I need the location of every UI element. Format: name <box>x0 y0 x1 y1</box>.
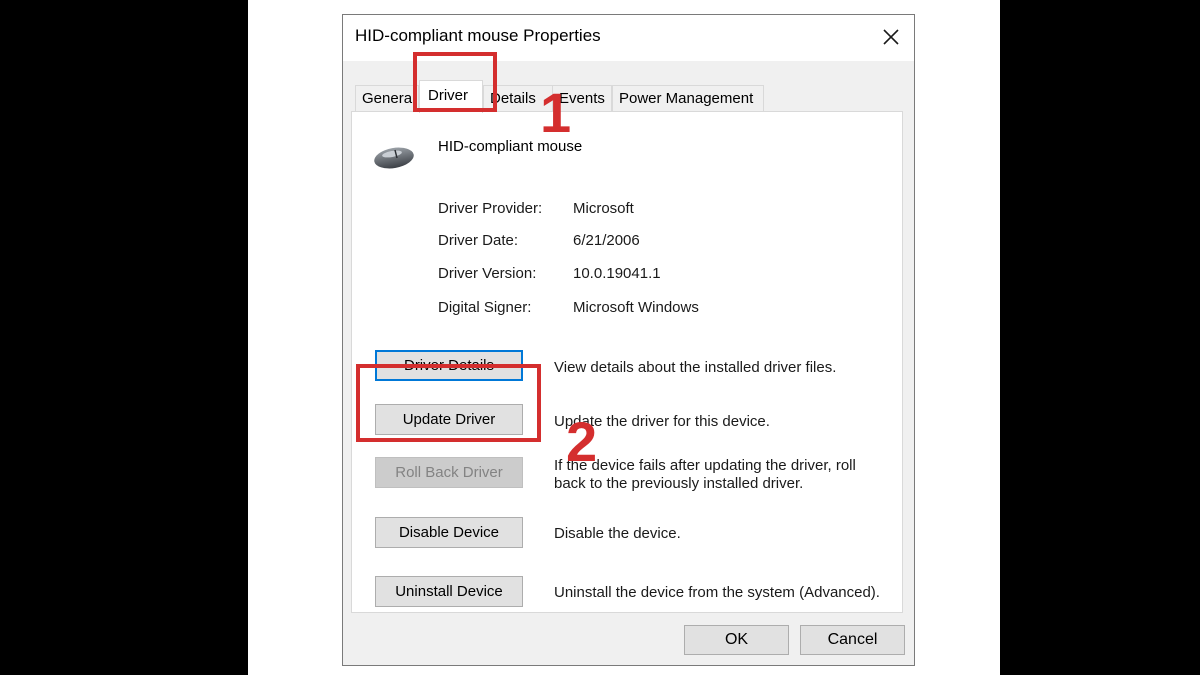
step-2-highlight-box <box>356 364 541 442</box>
step-2-number: 2 <box>566 410 598 473</box>
cancel-button[interactable]: Cancel <box>800 625 905 655</box>
driver-provider-label: Driver Provider: <box>438 200 543 217</box>
mouse-icon <box>372 144 416 177</box>
close-button[interactable] <box>874 21 908 55</box>
driver-details-description: View details about the installed driver … <box>554 359 837 376</box>
driver-tab-panel: HID-compliant mouse Driver Provider: Mic… <box>351 111 903 613</box>
ok-button[interactable]: OK <box>684 625 789 655</box>
roll-back-driver-description: If the device fails after updating the d… <box>554 457 856 492</box>
uninstall-device-description: Uninstall the device from the system (Ad… <box>554 584 880 601</box>
digital-signer-value: Microsoft Windows <box>573 299 699 316</box>
driver-date-label: Driver Date: <box>438 232 519 249</box>
roll-back-driver-button: Roll Back Driver <box>375 457 523 488</box>
driver-version-value: 10.0.19041.1 <box>573 265 661 282</box>
disable-device-button[interactable]: Disable Device <box>375 517 523 548</box>
tab-power-management[interactable]: Power Management <box>612 85 764 111</box>
window-title: HID-compliant mouse Properties <box>355 26 601 45</box>
driver-date-value: 6/21/2006 <box>573 232 640 249</box>
close-icon <box>883 29 899 45</box>
tab-general[interactable]: General <box>355 85 419 111</box>
driver-provider-value: Microsoft <box>573 200 634 217</box>
step-1-highlight-box <box>413 52 497 112</box>
uninstall-device-button[interactable]: Uninstall Device <box>375 576 523 607</box>
step-1-number: 1 <box>540 81 572 144</box>
driver-version-label: Driver Version: <box>438 265 537 282</box>
update-driver-description: Update the driver for this device. <box>554 413 770 430</box>
disable-device-description: Disable the device. <box>554 525 681 542</box>
digital-signer-label: Digital Signer: <box>438 299 532 316</box>
